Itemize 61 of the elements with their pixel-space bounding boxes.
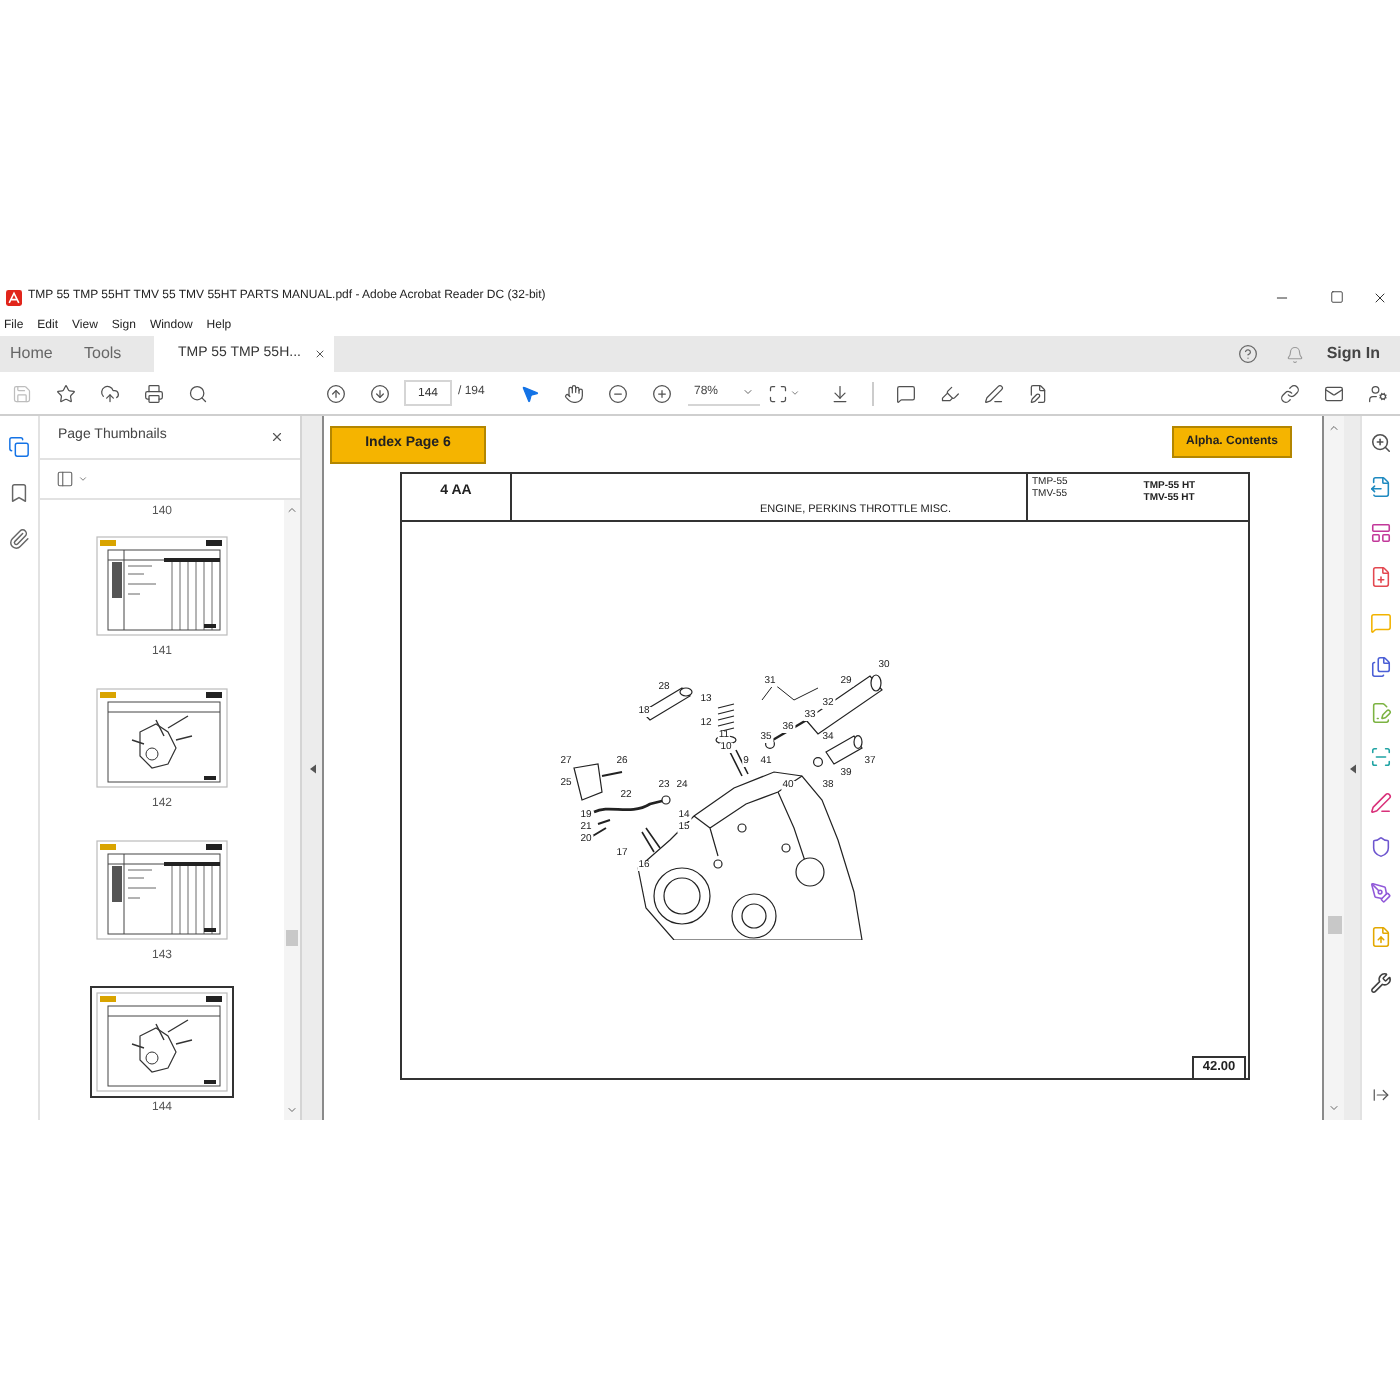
layout-icon[interactable]: [1370, 521, 1392, 544]
file-plus-icon[interactable]: [1370, 566, 1392, 589]
hand-icon[interactable]: [564, 383, 584, 403]
arrow-up-circle-icon[interactable]: [326, 383, 346, 403]
page-thumbnail[interactable]: [90, 530, 234, 642]
wrench-icon[interactable]: [1370, 971, 1392, 994]
zoom-out-icon[interactable]: [608, 383, 628, 403]
thumbnail-options-button[interactable]: [56, 470, 88, 488]
pen-nib-icon[interactable]: [1370, 881, 1392, 904]
highlighter-icon[interactable]: [940, 383, 960, 403]
star-icon[interactable]: [56, 383, 76, 403]
page-thumbnail[interactable]: [90, 986, 234, 1098]
caret-icon: [78, 474, 88, 484]
link-icon[interactable]: [1280, 383, 1300, 403]
close-tab-icon[interactable]: [314, 348, 326, 360]
bookmark-icon[interactable]: [8, 482, 30, 504]
page-preview-drawing: [96, 688, 228, 788]
page-thumbnail[interactable]: [90, 682, 234, 794]
panel-icon: [56, 470, 74, 488]
left-triangle-icon[interactable]: [1349, 763, 1355, 773]
maximize-icon[interactable]: [1330, 290, 1344, 304]
frame-corners-icon: [768, 383, 788, 403]
close-icon[interactable]: [270, 430, 284, 444]
sign-in-button[interactable]: Sign In: [1326, 342, 1380, 366]
nav-tab[interactable]: Tools: [74, 336, 148, 372]
arrow-down-line-icon[interactable]: [830, 383, 850, 403]
nav-tab[interactable]: Home: [0, 336, 74, 372]
scrollbar[interactable]: [1322, 416, 1344, 1120]
file-pen-icon[interactable]: [1028, 383, 1048, 403]
page-thumbnail[interactable]: [90, 834, 234, 946]
help-icon[interactable]: [1238, 344, 1259, 364]
paperclip-icon[interactable]: [8, 528, 30, 550]
pointer-icon[interactable]: [520, 383, 540, 403]
page-preview-drawing: [96, 840, 228, 940]
pen-icon[interactable]: [1370, 791, 1392, 814]
zoom-in-icon[interactable]: [1370, 431, 1392, 454]
zoom-in-icon[interactable]: [652, 383, 672, 403]
print-icon[interactable]: [144, 383, 164, 403]
caret-icon: [790, 388, 800, 398]
comment-icon[interactable]: [896, 383, 916, 403]
page-preview-drawing: [96, 992, 228, 1092]
mail-icon[interactable]: [1324, 383, 1344, 403]
search-icon[interactable]: [188, 383, 208, 403]
file-export-icon[interactable]: [1370, 476, 1392, 499]
scrollbar-thumb[interactable]: [286, 930, 298, 946]
caret-icon: [742, 386, 754, 398]
app-logo-icon: [6, 289, 22, 305]
left-triangle-icon[interactable]: [309, 763, 315, 773]
scrollbar[interactable]: [284, 500, 300, 1120]
scan-icon[interactable]: [1370, 746, 1392, 769]
shield-icon[interactable]: [1370, 836, 1392, 859]
pages-icon[interactable]: [8, 436, 30, 458]
pen-icon[interactable]: [984, 383, 1004, 403]
arrow-bar-right-icon[interactable]: [1372, 1086, 1390, 1104]
arrow-down-circle-icon[interactable]: [370, 383, 390, 403]
close-icon[interactable]: [1372, 289, 1388, 305]
cloud-upload-icon[interactable]: [100, 383, 120, 403]
files-icon[interactable]: [1370, 656, 1392, 679]
page-preview-drawing: [96, 536, 228, 636]
scrollbar-thumb[interactable]: [1327, 916, 1341, 934]
user-settings-icon[interactable]: [1368, 383, 1388, 403]
